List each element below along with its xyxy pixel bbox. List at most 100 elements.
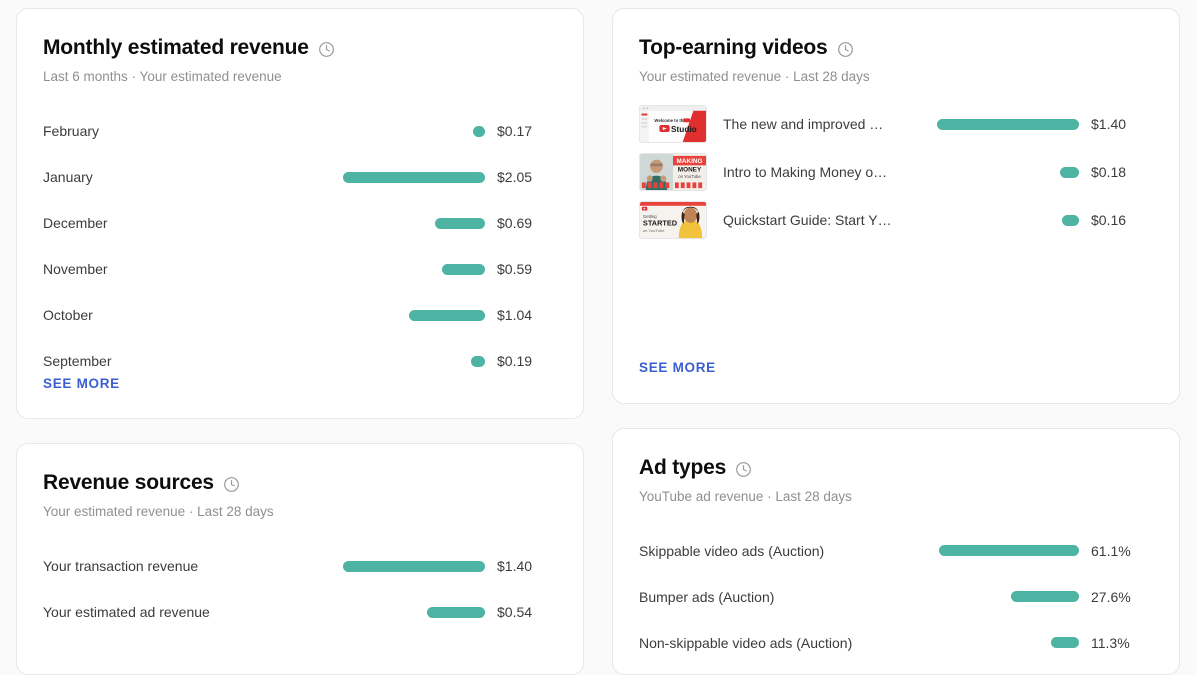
bar-track bbox=[937, 215, 1091, 226]
table-row[interactable]: Your transaction revenue $1.40 bbox=[43, 543, 557, 589]
page-title: Top-earning videos bbox=[639, 35, 828, 61]
row-value: $1.04 bbox=[497, 307, 557, 323]
analytics-dashboard: Monthly estimated revenue Last 6 months … bbox=[0, 0, 1197, 675]
card-subtitle: Your estimated revenue · Last 28 days bbox=[43, 503, 557, 521]
top-earning-video-rows: Welcome to the Studio The new and improv… bbox=[639, 100, 1153, 244]
svg-text:STARTED: STARTED bbox=[643, 219, 677, 228]
page-title: Ad types bbox=[639, 455, 726, 481]
clock-icon[interactable] bbox=[837, 41, 854, 58]
list-item[interactable]: MAKING MONEY on YouTube Intro to Making … bbox=[639, 148, 1153, 196]
row-value: 27.6% bbox=[1091, 589, 1153, 605]
clock-icon[interactable] bbox=[318, 41, 335, 58]
row-value: $0.19 bbox=[497, 353, 557, 369]
row-label: Your transaction revenue bbox=[43, 558, 343, 574]
row-value: $0.17 bbox=[497, 123, 557, 139]
card-subtitle: Your estimated revenue · Last 28 days bbox=[639, 68, 1153, 86]
row-value: 61.1% bbox=[1091, 543, 1153, 559]
video-title[interactable]: The new and improved … bbox=[723, 116, 937, 132]
bar-track bbox=[343, 561, 497, 572]
table-row[interactable]: September $0.19 bbox=[43, 338, 557, 384]
bar-track bbox=[343, 607, 497, 618]
bar-track bbox=[939, 591, 1091, 602]
bar-track bbox=[939, 545, 1091, 556]
table-row[interactable]: December$0.69 bbox=[43, 200, 557, 246]
row-value: $0.59 bbox=[497, 261, 557, 277]
row-value: $0.54 bbox=[497, 604, 557, 620]
monthly-revenue-rows: February$0.17January$2.05December$0.69No… bbox=[43, 108, 557, 384]
table-row[interactable]: November $0.59 bbox=[43, 246, 557, 292]
svg-text:MONEY: MONEY bbox=[678, 167, 702, 174]
table-row[interactable]: January$2.05 bbox=[43, 154, 557, 200]
card-subtitle: YouTube ad revenue · Last 28 days bbox=[639, 488, 1153, 506]
see-more-link-monthly[interactable]: SEE MORE bbox=[43, 376, 120, 391]
bar-fill bbox=[427, 607, 485, 618]
svg-text:Welcome to the: Welcome to the bbox=[654, 118, 686, 123]
row-label: November bbox=[43, 261, 343, 277]
right-column: Top-earning videos Your estimated revenu… bbox=[612, 8, 1180, 675]
youtube-studio-thumbnail[interactable]: Welcome to the Studio bbox=[639, 105, 707, 143]
card-header: Monthly estimated revenue Last 6 months … bbox=[43, 35, 557, 86]
bar-fill bbox=[435, 218, 485, 229]
row-value: $1.40 bbox=[1091, 116, 1153, 132]
row-value: $0.16 bbox=[1091, 212, 1153, 228]
ad-types-card: Ad types YouTube ad revenue · Last 28 da… bbox=[612, 428, 1180, 675]
row-label: January bbox=[43, 169, 343, 185]
table-row[interactable]: Bumper ads (Auction) 27.6% bbox=[639, 574, 1153, 620]
bar-track bbox=[343, 264, 497, 275]
clock-icon[interactable] bbox=[735, 461, 752, 478]
making-money-thumbnail[interactable]: MAKING MONEY on YouTube bbox=[639, 153, 707, 191]
list-item[interactable]: Welcome to the Studio The new and improv… bbox=[639, 100, 1153, 148]
row-value: $0.18 bbox=[1091, 164, 1153, 180]
list-item[interactable]: Getting STARTED on YouTube Quickstart Gu… bbox=[639, 196, 1153, 244]
row-label: September bbox=[43, 353, 343, 369]
bar-fill bbox=[471, 356, 485, 367]
table-row[interactable]: Non-skippable video ads (Auction)11.3% bbox=[639, 620, 1153, 666]
page-title: Monthly estimated revenue bbox=[43, 35, 309, 61]
bar-track bbox=[343, 356, 497, 367]
top-earning-videos-card: Top-earning videos Your estimated revenu… bbox=[612, 8, 1180, 404]
bar-track bbox=[937, 167, 1091, 178]
row-label: February bbox=[43, 123, 343, 139]
bar-track bbox=[343, 172, 497, 183]
row-label: Bumper ads (Auction) bbox=[639, 589, 939, 605]
row-label: Non-skippable video ads (Auction) bbox=[639, 635, 939, 651]
bar-fill bbox=[343, 172, 485, 183]
bar-track bbox=[343, 126, 497, 137]
see-more-link-videos[interactable]: SEE MORE bbox=[639, 360, 716, 375]
bar-fill bbox=[343, 561, 485, 572]
ad-types-rows: Skippable video ads (Auction)61.1%Bumper… bbox=[639, 528, 1153, 666]
svg-text:MAKING: MAKING bbox=[677, 158, 703, 165]
bar-track bbox=[937, 119, 1091, 130]
svg-text:on YouTube: on YouTube bbox=[678, 174, 701, 179]
getting-started-thumbnail[interactable]: Getting STARTED on YouTube bbox=[639, 201, 707, 239]
bar-fill bbox=[473, 126, 485, 137]
table-row[interactable]: October$1.04 bbox=[43, 292, 557, 338]
page-title: Revenue sources bbox=[43, 470, 214, 496]
bar-track bbox=[343, 218, 497, 229]
row-label: Your estimated ad revenue bbox=[43, 604, 343, 620]
table-row[interactable]: February $0.17 bbox=[43, 108, 557, 154]
monthly-estimated-revenue-card: Monthly estimated revenue Last 6 months … bbox=[16, 8, 584, 419]
card-title-row: Top-earning videos bbox=[639, 35, 1153, 61]
video-title[interactable]: Intro to Making Money o… bbox=[723, 164, 937, 180]
card-subtitle: Last 6 months · Your estimated revenue bbox=[43, 68, 557, 86]
bar-track bbox=[939, 637, 1091, 648]
table-row[interactable]: Skippable video ads (Auction)61.1% bbox=[639, 528, 1153, 574]
bar-fill bbox=[1051, 637, 1079, 648]
row-value: $0.69 bbox=[497, 215, 557, 231]
clock-icon[interactable] bbox=[223, 476, 240, 493]
bar-fill bbox=[409, 310, 485, 321]
card-header: Ad types YouTube ad revenue · Last 28 da… bbox=[639, 455, 1153, 506]
bar-fill bbox=[939, 545, 1079, 556]
video-title[interactable]: Quickstart Guide: Start Y… bbox=[723, 212, 937, 228]
row-value: $1.40 bbox=[497, 558, 557, 574]
revenue-sources-card: Revenue sources Your estimated revenue ·… bbox=[16, 443, 584, 675]
bar-fill bbox=[1011, 591, 1079, 602]
left-column: Monthly estimated revenue Last 6 months … bbox=[16, 8, 584, 675]
svg-text:on YouTube: on YouTube bbox=[643, 228, 665, 233]
bar-fill bbox=[937, 119, 1079, 130]
card-header: Top-earning videos Your estimated revenu… bbox=[639, 35, 1153, 86]
card-header: Revenue sources Your estimated revenue ·… bbox=[43, 470, 557, 521]
table-row[interactable]: Your estimated ad revenue $0.54 bbox=[43, 589, 557, 635]
bar-fill bbox=[1062, 215, 1079, 226]
